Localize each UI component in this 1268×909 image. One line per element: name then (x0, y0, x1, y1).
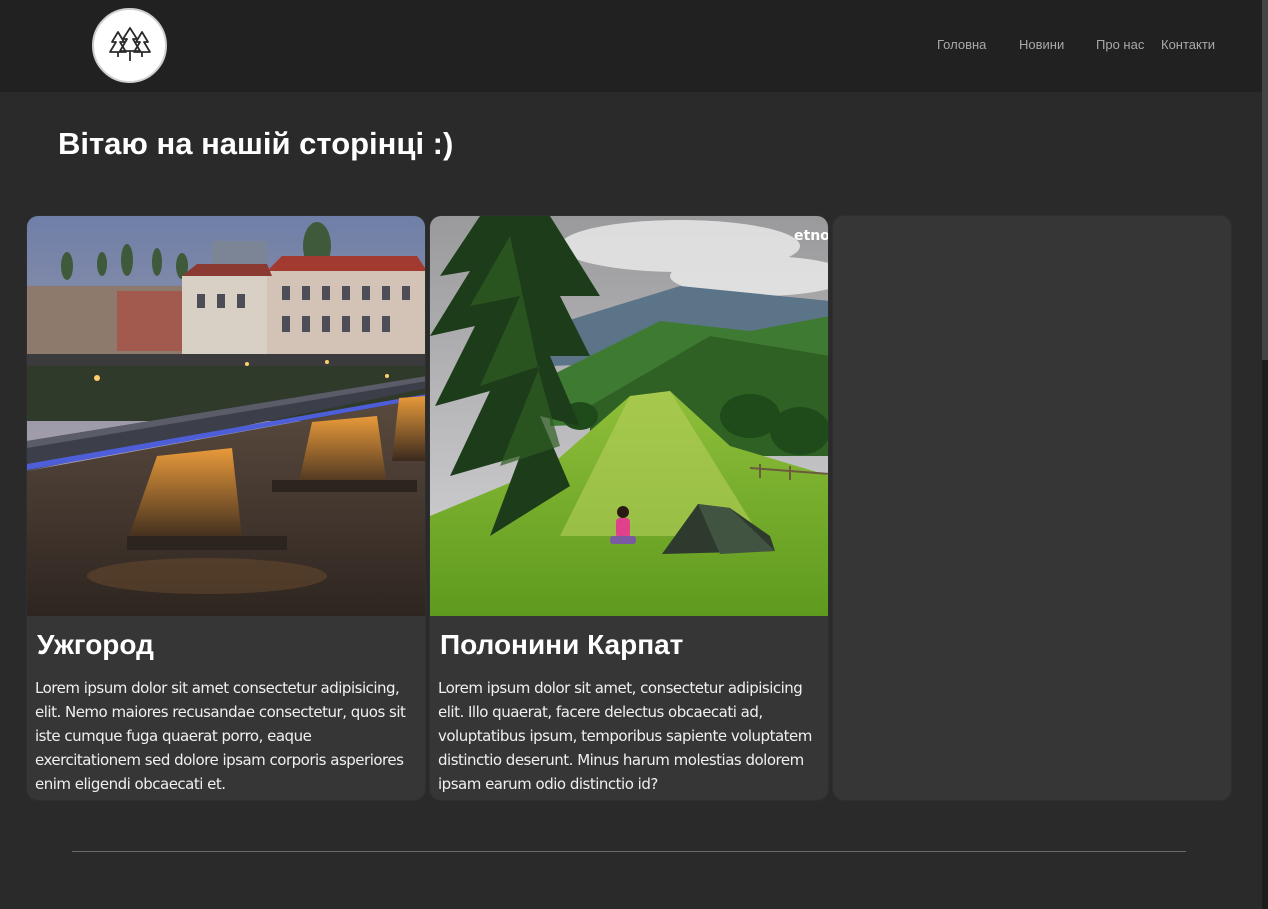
page-title: Вітаю на нашій сторінці :) (58, 126, 454, 161)
card-carpathians[interactable]: etno Полонини Карпат Lorem ipsum dolor s… (429, 215, 829, 801)
card-text: Lorem ipsum dolor sit amet consectetur a… (35, 679, 406, 793)
card-empty[interactable] (832, 215, 1232, 801)
nav-contacts[interactable]: Контакти (1161, 37, 1215, 52)
card-text: Lorem ipsum dolor sit amet, consectetur … (438, 679, 812, 793)
card-uzhhorod[interactable]: Ужгород Lorem ipsum dolor sit amet conse… (26, 215, 426, 801)
site-header: Головна Новини Про нас Контакти (0, 0, 1262, 92)
nav-news[interactable]: Новини (1019, 37, 1064, 52)
scrollbar-thumb[interactable] (1262, 0, 1268, 360)
nav-home[interactable]: Головна (937, 37, 986, 52)
watermark: etno (794, 228, 829, 244)
city-bridge-photo (27, 216, 425, 616)
card-title: Ужгород (37, 629, 154, 660)
scrollbar[interactable] (1262, 0, 1268, 909)
mountain-camp-photo: etno (430, 216, 829, 616)
main-nav: Головна Новини Про нас Контакти (0, 37, 1262, 55)
footer-divider (72, 851, 1186, 852)
nav-about[interactable]: Про нас (1096, 37, 1144, 52)
card-title: Полонини Карпат (440, 629, 684, 660)
